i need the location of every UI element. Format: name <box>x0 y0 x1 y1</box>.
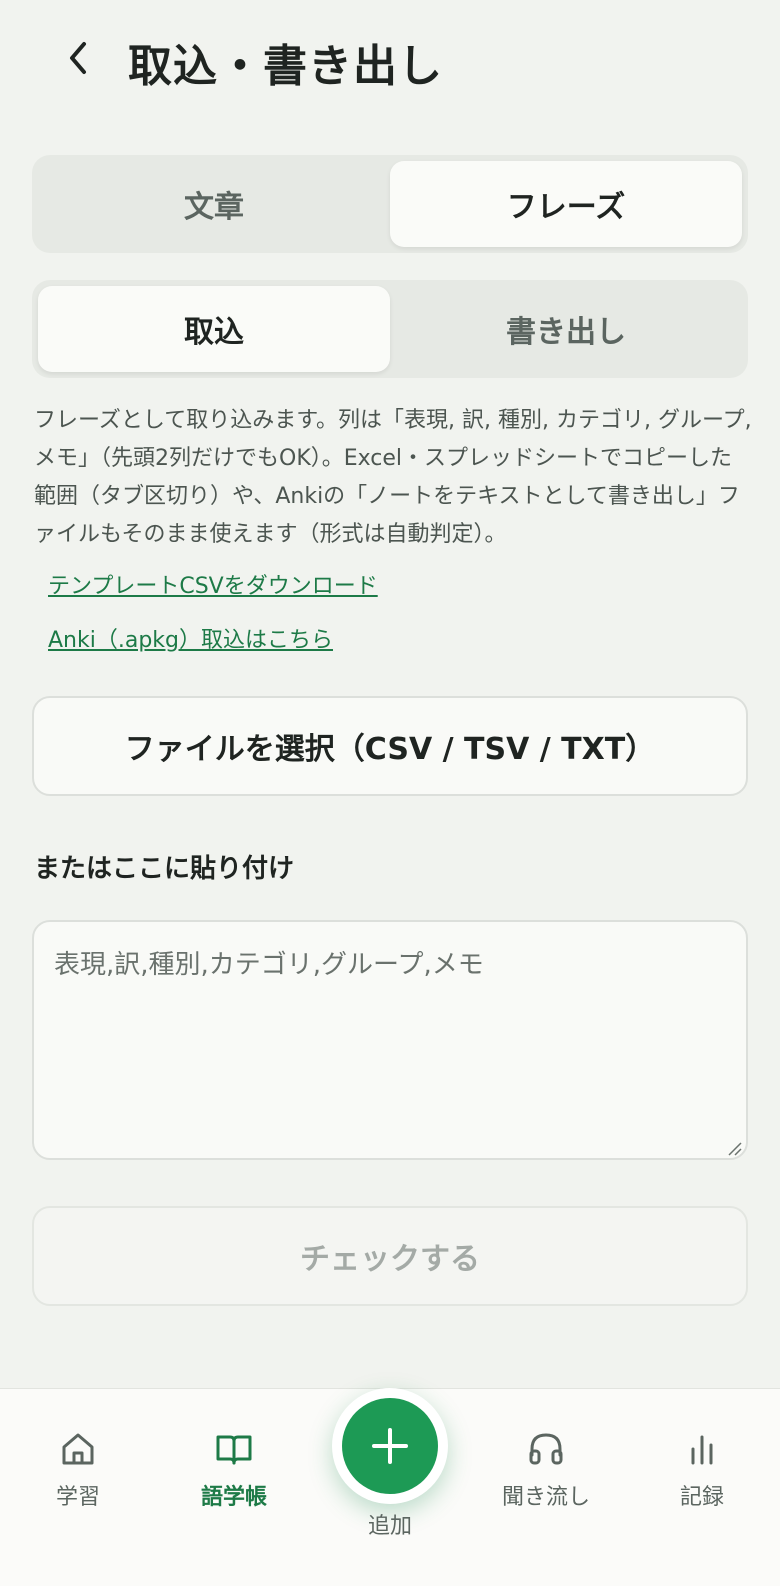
add-fab-circle <box>342 1398 438 1494</box>
nav-item-records[interactable]: 記録 <box>632 1429 772 1529</box>
tab-phrase[interactable]: フレーズ <box>390 161 742 247</box>
chevron-left-icon <box>70 42 86 74</box>
nav-item-listen[interactable]: 聞き流し <box>476 1429 616 1529</box>
nav-item-vocabulary[interactable]: 語学帳 <box>164 1429 304 1529</box>
mode-segmented-control: 取込 書き出し <box>32 280 748 378</box>
resize-grip-icon[interactable] <box>726 1140 742 1156</box>
nav-label-vocabulary: 語学帳 <box>200 1485 267 1510</box>
tab-sentence[interactable]: 文章 <box>38 161 390 247</box>
headphones-icon <box>529 1433 563 1465</box>
app-header: 取込・書き出し <box>0 0 780 120</box>
anki-import-link[interactable]: Anki（.apkg）取込はこちら <box>48 622 333 654</box>
tab-export[interactable]: 書き出し <box>390 286 742 372</box>
check-button[interactable]: チェックする <box>32 1206 748 1306</box>
paste-textarea[interactable] <box>32 920 748 1160</box>
import-description: フレーズとして取り込みます。列は「表現, 訳, 種別, カテゴリ, グループ, … <box>34 408 752 547</box>
paste-label: またはここに貼り付け <box>34 854 295 884</box>
home-icon <box>62 1433 94 1465</box>
nav-item-study[interactable]: 学習 <box>8 1429 148 1529</box>
tab-import[interactable]: 取込 <box>38 286 390 372</box>
select-file-button[interactable]: ファイルを選択（CSV / TSV / TXT） <box>32 696 748 796</box>
add-fab-label: 追加 <box>367 1514 412 1539</box>
add-fab-button[interactable] <box>332 1388 448 1504</box>
back-button[interactable] <box>56 36 100 80</box>
plus-icon <box>372 1428 408 1464</box>
page-title: 取込・書き出し <box>128 41 443 92</box>
nav-label-listen: 聞き流し <box>501 1485 590 1510</box>
bar-chart-icon <box>691 1435 713 1465</box>
book-icon <box>216 1435 252 1465</box>
nav-label-study: 学習 <box>55 1485 100 1510</box>
template-csv-download-link[interactable]: テンプレートCSVをダウンロード <box>48 568 378 600</box>
nav-label-records: 記録 <box>679 1485 724 1510</box>
type-segmented-control: 文章 フレーズ <box>32 155 748 253</box>
